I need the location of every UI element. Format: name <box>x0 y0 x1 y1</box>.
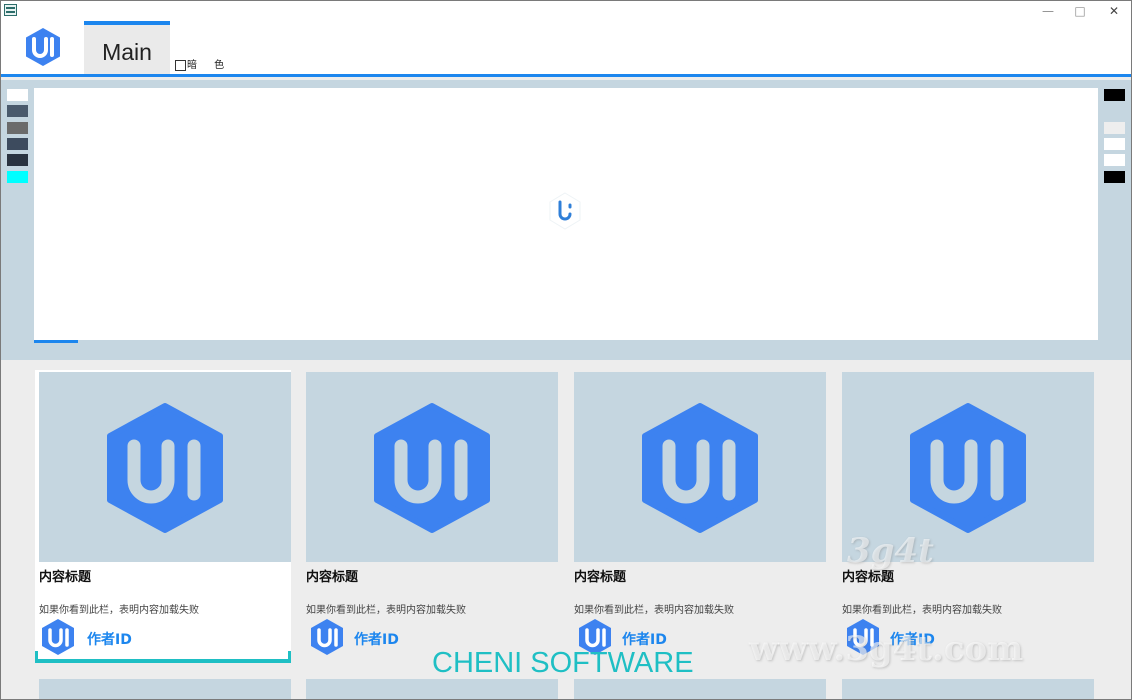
tab-main[interactable]: Main <box>84 20 170 74</box>
content-card[interactable]: 内容标题 如果你看到此栏，表明内容加载失败 作者ID <box>35 370 291 663</box>
close-button[interactable]: ✕ <box>1099 2 1129 20</box>
author-avatar-icon <box>311 619 343 655</box>
watermark-logo: 3g4t <box>847 531 934 571</box>
theme-swatch-right-3[interactable] <box>1104 138 1125 150</box>
theme-swatch-right-2[interactable] <box>1104 122 1125 134</box>
card-author-id[interactable]: 作者ID <box>622 629 667 649</box>
app-logo <box>26 28 60 66</box>
banner-area <box>1 80 1131 360</box>
card-title: 内容标题 <box>39 570 92 585</box>
author-avatar-icon <box>42 619 74 655</box>
dark-mode-label: 暗 色 <box>187 60 232 71</box>
theme-swatch-left-3[interactable] <box>7 122 28 134</box>
banner-carousel[interactable] <box>34 88 1098 340</box>
card-thumbnail <box>39 372 291 562</box>
loading-spinner-icon <box>549 192 581 230</box>
theme-swatch-left-1[interactable] <box>7 89 28 101</box>
content-card-partial[interactable] <box>574 679 826 699</box>
ui-logo-icon <box>642 403 758 533</box>
theme-swatch-left-6[interactable] <box>7 171 28 183</box>
maximize-button[interactable]: □ <box>1065 2 1095 20</box>
card-author-id[interactable]: 作者ID <box>354 629 399 649</box>
card-author-id[interactable]: 作者ID <box>87 629 132 649</box>
ui-logo-icon <box>374 403 490 533</box>
theme-swatch-left-5[interactable] <box>7 154 28 166</box>
theme-swatch-left-2[interactable] <box>7 105 28 117</box>
card-description: 如果你看到此栏，表明内容加载失败 <box>574 605 734 616</box>
card-thumbnail <box>306 372 558 562</box>
card-title: 内容标题 <box>574 570 627 585</box>
card-description: 如果你看到此栏，表明内容加载失败 <box>306 605 466 616</box>
minimize-button[interactable]: — <box>1033 2 1063 20</box>
footer-brand: CHENI SOFTWARE <box>432 647 694 679</box>
ui-logo-icon <box>107 403 223 533</box>
theme-swatch-right-5[interactable] <box>1104 171 1125 183</box>
banner-progress-indicator <box>34 340 78 343</box>
card-title: 内容标题 <box>306 570 359 585</box>
theme-swatch-left-4[interactable] <box>7 138 28 150</box>
dark-mode-checkbox[interactable] <box>175 60 186 71</box>
ui-logo-icon <box>910 403 1026 533</box>
theme-swatch-right-1[interactable] <box>1104 89 1125 101</box>
content-card-partial[interactable] <box>306 679 558 699</box>
card-thumbnail <box>574 372 826 562</box>
watermark-url: www.3g4t.com <box>749 629 1024 669</box>
title-bar: — □ ✕ <box>1 1 1131 21</box>
content-card-partial[interactable] <box>39 679 291 699</box>
content-card[interactable]: 内容标题 如果你看到此栏，表明内容加载失败 作者ID <box>306 370 562 663</box>
content-card[interactable]: 内容标题 如果你看到此栏，表明内容加载失败 作者ID <box>574 370 830 663</box>
content-card-partial[interactable] <box>842 679 1094 699</box>
card-description: 如果你看到此栏，表明内容加载失败 <box>842 605 1002 616</box>
tab-main-label: Main <box>102 39 152 65</box>
content-card[interactable]: 内容标题 如果你看到此栏，表明内容加载失败 作者ID <box>842 370 1098 663</box>
theme-swatch-right-4[interactable] <box>1104 154 1125 166</box>
card-description: 如果你看到此栏，表明内容加载失败 <box>39 605 199 616</box>
app-window: Main 暗 色 — □ ✕ 内容标题 如果你看到此栏，表明内容加载失败 作者I… <box>0 0 1132 700</box>
app-icon <box>4 4 17 16</box>
dark-mode-toggle[interactable]: 暗 色 <box>175 59 231 72</box>
